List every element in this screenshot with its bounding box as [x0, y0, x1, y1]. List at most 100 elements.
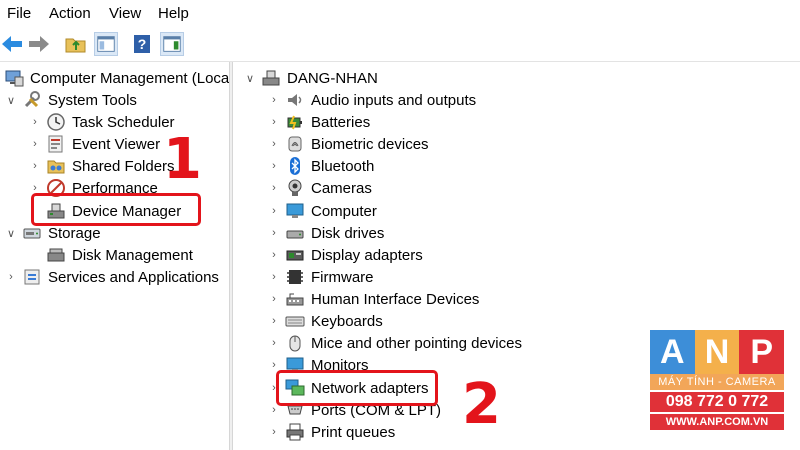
menu-help[interactable]: Help [158, 5, 189, 22]
toolbar: ? [0, 28, 800, 62]
tree-item-label: Services and Applications [48, 268, 219, 286]
chevron-right-icon[interactable]: › [267, 160, 281, 172]
chevron-right-icon[interactable]: › [267, 182, 281, 194]
chevron-right-icon[interactable]: › [267, 271, 281, 283]
tree-item-system-tools[interactable]: ∨ System Tools [4, 89, 137, 111]
up-level-button[interactable] [64, 32, 88, 56]
console-tree-icon [97, 36, 115, 52]
camera-icon [285, 178, 305, 198]
chevron-right-icon[interactable]: › [267, 227, 281, 239]
tree-item-shared-folders[interactable]: › Shared Folders [28, 155, 175, 177]
tree-item-services-and-applications[interactable]: › Services and Applications [4, 266, 219, 288]
folder-up-icon [65, 38, 86, 53]
menu-bar: File Action View Help [0, 0, 800, 28]
anp-logo: A N P [650, 330, 785, 374]
menu-file[interactable]: File [7, 5, 31, 22]
device-category-label: Keyboards [311, 312, 383, 330]
chevron-down-icon[interactable]: ∨ [4, 227, 18, 240]
anp-letter-n: N [694, 330, 740, 374]
anp-phone: 098 772 0 772 [650, 392, 784, 412]
device-category-biometric[interactable]: › Biometric devices [267, 133, 429, 155]
tree-item-label: Disk Management [72, 246, 193, 264]
device-category-disk-drives[interactable]: › Disk drives [267, 222, 384, 244]
chevron-right-icon[interactable]: › [267, 426, 281, 438]
tree-item-label: Event Viewer [72, 135, 161, 153]
device-category-label: Audio inputs and outputs [311, 91, 477, 109]
chevron-right-icon[interactable]: › [267, 337, 281, 349]
action-pane-icon [163, 36, 181, 52]
device-category-label: Computer [311, 202, 377, 220]
device-category-label: Bluetooth [311, 157, 375, 175]
device-root-computer[interactable]: ∨ DANG-NHAN [243, 67, 378, 89]
chevron-down-icon[interactable]: ∨ [4, 94, 18, 107]
chevron-right-icon[interactable]: › [4, 271, 18, 283]
device-category-computer[interactable]: › Computer [267, 200, 377, 222]
tree-item-event-viewer[interactable]: › Event Viewer [28, 133, 160, 155]
tree-item-disk-management[interactable]: Disk Management [28, 244, 193, 266]
forward-arrow-icon [29, 36, 49, 52]
chevron-right-icon[interactable]: › [267, 249, 281, 261]
device-root-label: DANG-NHAN [287, 69, 378, 87]
device-category-display-adapters[interactable]: › Display adapters [267, 244, 423, 266]
speaker-icon [285, 90, 305, 110]
menu-view[interactable]: View [109, 5, 141, 22]
back-arrow-icon [2, 36, 22, 52]
device-category-audio[interactable]: › Audio inputs and outputs [267, 89, 476, 111]
tree-root-label: Computer Management (Local) [30, 69, 238, 87]
forward-button[interactable] [27, 32, 51, 56]
services-icon [22, 267, 42, 287]
tree-item-task-scheduler[interactable]: › Task Scheduler [28, 111, 175, 133]
chevron-right-icon[interactable]: › [267, 315, 281, 327]
device-category-mice[interactable]: › Mice and other pointing devices [267, 332, 522, 354]
tree-item-label: Shared Folders [72, 157, 175, 175]
device-category-cameras[interactable]: › Cameras [267, 177, 372, 199]
chevron-right-icon[interactable]: › [267, 205, 281, 217]
battery-icon [285, 112, 305, 132]
device-category-label: Print queues [311, 423, 396, 441]
storage-icon [22, 223, 42, 243]
device-category-keyboards[interactable]: › Keyboards [267, 310, 383, 332]
tree-root-computer-management[interactable]: Computer Management (Local) [4, 67, 238, 89]
event-viewer-icon [46, 134, 66, 154]
tree-item-label: Task Scheduler [72, 113, 175, 131]
back-button[interactable] [0, 32, 24, 56]
device-category-hid[interactable]: › Human Interface Devices [267, 288, 479, 310]
show-hide-action-pane-button[interactable] [160, 32, 184, 56]
anp-website: WWW.ANP.COM.VN [650, 414, 784, 430]
device-category-print-queues[interactable]: › Print queues [267, 421, 395, 443]
mouse-icon [285, 333, 305, 353]
anp-letter-p: P [739, 330, 785, 374]
chevron-right-icon[interactable]: › [28, 116, 42, 128]
device-category-label: Biometric devices [311, 135, 429, 153]
help-icon: ? [134, 35, 150, 53]
disk-icon [46, 245, 66, 265]
chevron-right-icon[interactable]: › [28, 138, 42, 150]
svg-text:?: ? [138, 36, 147, 52]
keyboard-icon [285, 311, 305, 331]
computer-management-icon [4, 68, 24, 88]
chevron-right-icon[interactable]: › [267, 293, 281, 305]
firmware-icon [285, 267, 305, 287]
bluetooth-icon [285, 156, 305, 176]
console-tree: Computer Management (Local) ∨ System Too… [0, 62, 238, 450]
step-number-2: 2 [462, 372, 501, 437]
chevron-right-icon[interactable]: › [267, 94, 281, 106]
device-category-label: Mice and other pointing devices [311, 334, 522, 352]
anp-letter-a: A [650, 330, 695, 374]
chevron-right-icon[interactable]: › [267, 138, 281, 150]
display-adapter-icon [285, 245, 305, 265]
chevron-down-icon[interactable]: ∨ [243, 72, 257, 85]
clock-icon [46, 112, 66, 132]
tree-item-label: System Tools [48, 91, 137, 109]
device-category-bluetooth[interactable]: › Bluetooth [267, 155, 374, 177]
tree-item-label: Storage [48, 224, 101, 242]
shared-folder-icon [46, 156, 66, 176]
device-category-firmware[interactable]: › Firmware [267, 266, 373, 288]
chevron-right-icon[interactable]: › [28, 160, 42, 172]
chevron-right-icon[interactable]: › [267, 116, 281, 128]
help-button[interactable]: ? [130, 32, 154, 56]
disk-drive-icon [285, 223, 305, 243]
menu-action[interactable]: Action [49, 5, 91, 22]
show-hide-console-tree-button[interactable] [94, 32, 118, 56]
device-category-batteries[interactable]: › Batteries [267, 111, 370, 133]
